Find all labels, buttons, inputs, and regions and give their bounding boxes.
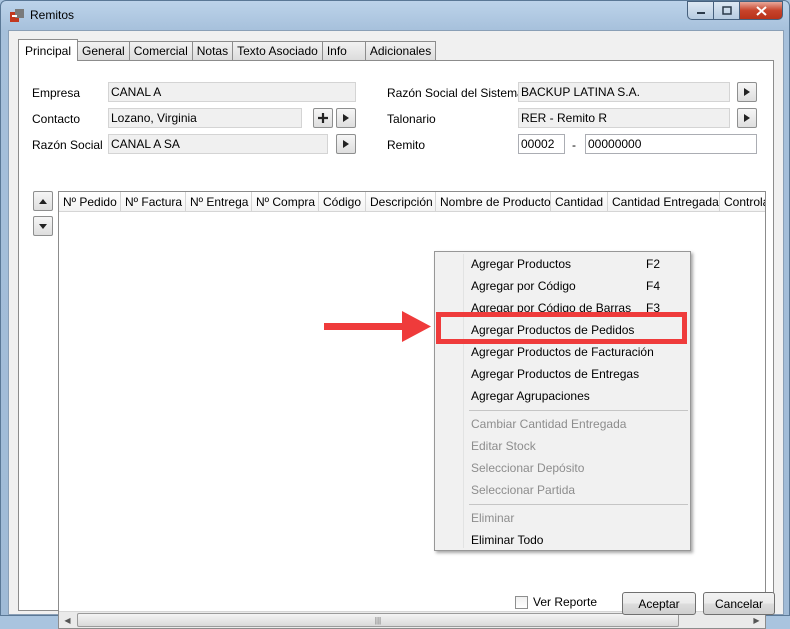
menu-separator xyxy=(469,504,688,505)
menu-item-label: Seleccionar Partida xyxy=(471,483,576,497)
razon-social-label: Razón Social xyxy=(32,138,103,152)
menu-item-agregar-agrupaciones[interactable]: Agregar Agrupaciones xyxy=(471,386,686,406)
empresa-label: Empresa xyxy=(32,86,81,100)
menu-item-seleccionar-deposito: Seleccionar Depósito xyxy=(471,458,686,478)
minimize-button[interactable] xyxy=(687,1,713,20)
menu-item-agregar-por-codigo[interactable]: Agregar por Código F4 xyxy=(471,276,686,296)
tab-general[interactable]: General xyxy=(77,41,130,60)
tab-comercial[interactable]: Comercial xyxy=(128,41,193,60)
menu-item-cambiar-cantidad-entregada: Cambiar Cantidad Entregada xyxy=(471,414,686,434)
triangle-right-icon xyxy=(343,114,349,122)
remito-prefix-input[interactable]: 00002 xyxy=(518,134,565,154)
razon-sistema-label: Razón Social del Sistema xyxy=(387,86,524,100)
contacto-select-button[interactable] xyxy=(336,108,356,128)
menu-item-seleccionar-partida: Seleccionar Partida xyxy=(471,480,686,500)
menu-item-label: Agregar Productos de Facturación xyxy=(471,345,654,359)
add-contact-button[interactable] xyxy=(313,108,333,128)
menu-item-agregar-productos[interactable]: Agregar Productos F2 xyxy=(471,254,686,274)
column-header[interactable]: Controla xyxy=(720,192,765,212)
title-bar[interactable]: Remitos xyxy=(1,1,789,29)
column-header[interactable]: Cantidad Entregada xyxy=(608,192,720,212)
triangle-right-icon xyxy=(744,114,750,122)
close-icon xyxy=(755,5,767,16)
tab-adicionales[interactable]: Adicionales xyxy=(364,41,437,60)
grid-header: Nº Pedido Nº Factura Nº Entrega Nº Compr… xyxy=(59,192,765,212)
remito-separator: - xyxy=(572,138,576,152)
menu-separator xyxy=(469,410,688,411)
context-menu: Agregar Productos F2 Agregar por Código … xyxy=(434,251,691,551)
column-header[interactable]: Nº Compra xyxy=(252,192,319,212)
plus-icon xyxy=(318,113,328,123)
triangle-up-icon xyxy=(39,198,47,204)
column-header[interactable]: Descripción xyxy=(366,192,436,212)
remito-number-input[interactable]: 00000000 xyxy=(585,134,757,154)
menu-item-label: Eliminar Todo xyxy=(471,533,544,547)
talonario-select-button[interactable] xyxy=(737,108,757,128)
contacto-label: Contacto xyxy=(32,112,81,126)
remito-label: Remito xyxy=(387,138,426,152)
move-up-button[interactable] xyxy=(33,191,53,211)
cancelar-button[interactable]: Cancelar xyxy=(703,592,775,615)
menu-item-label: Agregar Productos de Entregas xyxy=(471,367,640,381)
remitos-window: Remitos Principal General Comercial Nota… xyxy=(0,0,790,629)
menu-item-editar-stock: Editar Stock xyxy=(471,436,686,456)
minimize-icon xyxy=(696,11,705,14)
close-button[interactable] xyxy=(739,1,783,20)
menu-item-label: Agregar Agrupaciones xyxy=(471,389,590,403)
talonario-field[interactable]: RER - Remito R xyxy=(518,108,730,128)
menu-item-shortcut: F2 xyxy=(646,257,661,271)
talonario-label: Talonario xyxy=(387,112,436,126)
scroll-left-icon[interactable]: ◀ xyxy=(59,612,76,628)
column-header[interactable]: Nº Pedido xyxy=(59,192,121,212)
triangle-right-icon xyxy=(744,88,750,96)
menu-item-label: Eliminar xyxy=(471,511,515,525)
triangle-right-icon xyxy=(343,140,349,148)
menu-item-label: Agregar Productos xyxy=(471,257,572,271)
menu-item-label: Seleccionar Depósito xyxy=(471,461,585,475)
menu-item-label: Cambiar Cantidad Entregada xyxy=(471,417,627,431)
contacto-field[interactable]: Lozano, Virginia xyxy=(108,108,302,128)
tab-info[interactable]: Info xyxy=(321,41,366,60)
menu-item-label: Editar Stock xyxy=(471,439,536,453)
checkbox-box[interactable] xyxy=(515,595,528,609)
aceptar-button[interactable]: Aceptar xyxy=(622,592,696,615)
tab-notas[interactable]: Notas xyxy=(191,41,234,60)
column-header[interactable]: Nº Entrega xyxy=(186,192,252,212)
column-header[interactable]: Cantidad xyxy=(551,192,608,212)
menu-item-agregar-productos-entregas[interactable]: Agregar Productos de Entregas xyxy=(471,364,686,384)
menu-item-shortcut: F4 xyxy=(646,279,661,293)
tab-principal[interactable]: Principal xyxy=(18,39,79,61)
annotation-arrow-icon xyxy=(324,311,431,342)
maximize-icon xyxy=(721,6,732,15)
scrollbar-thumb[interactable]: ||| xyxy=(77,613,679,627)
highlight-box xyxy=(436,312,687,344)
maximize-button[interactable] xyxy=(713,1,739,20)
razon-sistema-select-button[interactable] xyxy=(737,82,757,102)
move-down-button[interactable] xyxy=(33,216,53,236)
menu-item-eliminar-todo[interactable]: Eliminar Todo xyxy=(471,530,686,550)
ver-reporte-label: Ver Reporte xyxy=(533,595,598,609)
empresa-field[interactable]: CANAL A xyxy=(108,82,356,102)
menu-item-eliminar: Eliminar xyxy=(471,508,686,528)
column-header[interactable]: Código xyxy=(319,192,366,212)
triangle-down-icon xyxy=(39,223,47,229)
column-header[interactable]: Nombre de Producto xyxy=(436,192,551,212)
window-title: Remitos xyxy=(30,8,75,22)
ver-reporte-checkbox[interactable]: Ver Reporte xyxy=(515,595,597,609)
column-header[interactable]: Nº Factura xyxy=(121,192,186,212)
tab-strip: Principal General Comercial Notas Texto … xyxy=(18,39,437,61)
app-icon xyxy=(10,9,24,22)
tab-texto-asociado[interactable]: Texto Asociado xyxy=(232,41,323,60)
razon-social-field[interactable]: CANAL A SA xyxy=(108,134,328,154)
menu-item-agregar-productos-facturacion[interactable]: Agregar Productos de Facturación xyxy=(471,342,686,362)
razon-sistema-field[interactable]: BACKUP LATINA S.A. xyxy=(518,82,730,102)
menu-item-label: Agregar por Código xyxy=(471,279,576,293)
razon-social-select-button[interactable] xyxy=(336,134,356,154)
